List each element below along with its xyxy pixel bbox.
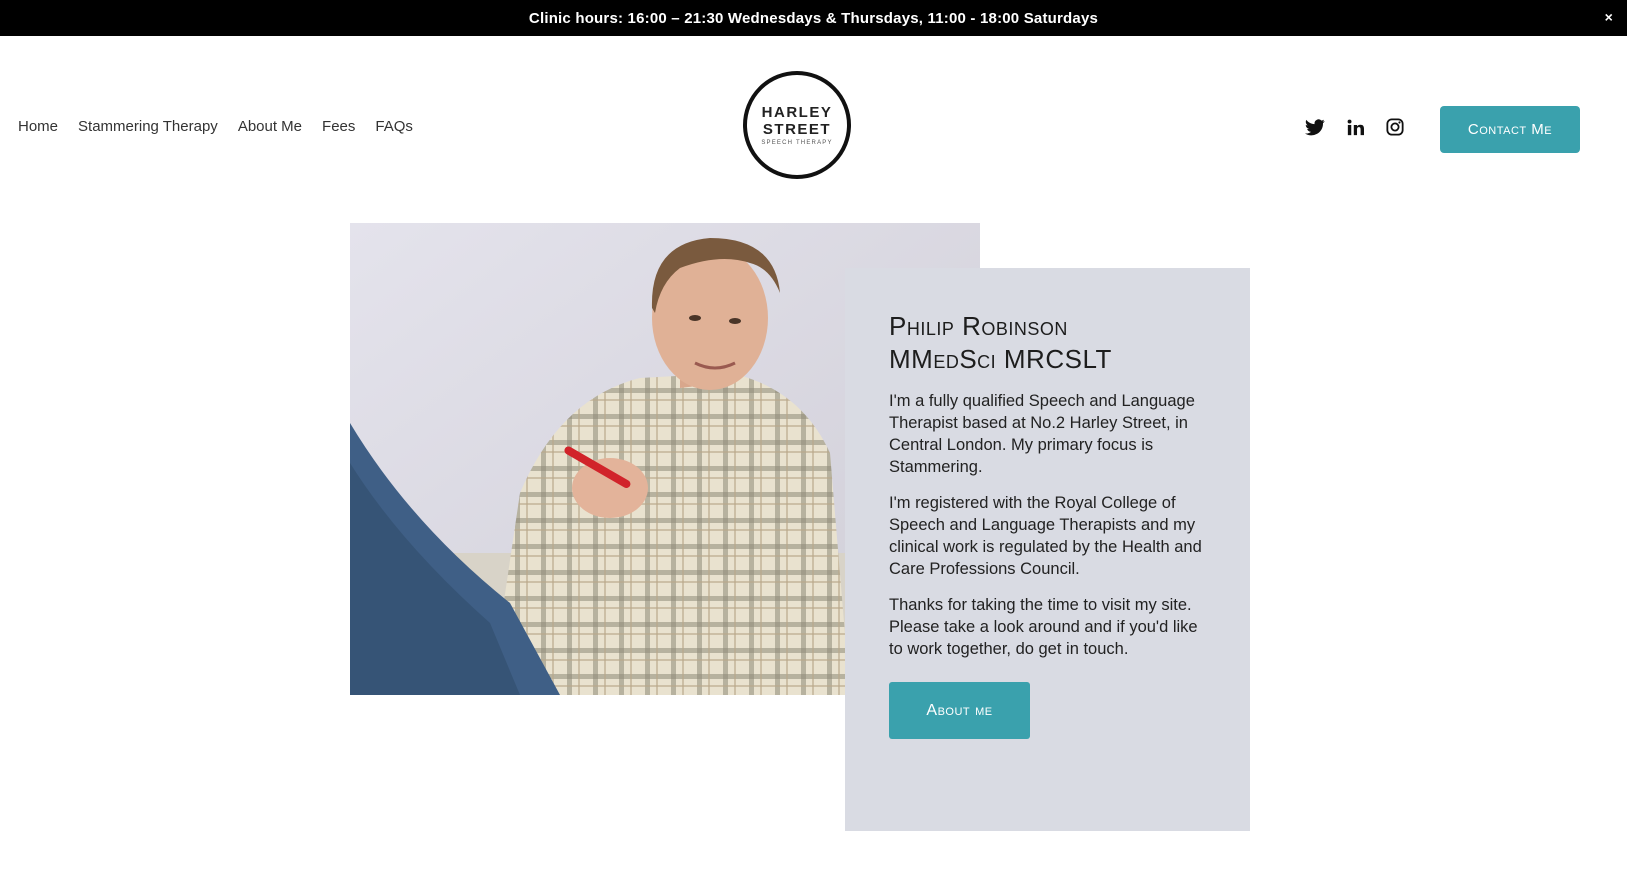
profile-paragraph-1: I'm a fully qualified Speech and Languag… — [889, 392, 1195, 476]
announcement-text: Clinic hours: 16:00 – 21:30 Wednesdays &… — [528, 9, 1099, 27]
logo-line-1: HARLEY — [761, 104, 833, 121]
profile-heading: Philip Robinson MMedSci MRCSLT — [889, 310, 1206, 376]
profile-credentials: MMedSci MRCSLT — [889, 344, 1112, 374]
announcement-bar: Clinic hours: 16:00 – 21:30 Wednesdays &… — [0, 0, 1627, 36]
nav-item-faqs[interactable]: FAQs — [375, 118, 413, 135]
nav-item-about-me[interactable]: About Me — [238, 118, 302, 135]
profile-paragraph-3: Thanks for taking the time to visit my s… — [889, 596, 1198, 658]
logo-line-3: SPEECH THERAPY — [761, 140, 833, 146]
site-logo[interactable]: HARLEY STREET SPEECH THERAPY — [743, 71, 851, 179]
nav-item-stammering-therapy[interactable]: Stammering Therapy — [78, 118, 218, 135]
main-nav: Home Stammering Therapy About Me Fees FA… — [18, 118, 413, 135]
nav-item-home[interactable]: Home — [18, 118, 58, 135]
instagram-icon[interactable] — [1384, 116, 1406, 138]
profile-name: Philip Robinson — [889, 311, 1068, 341]
logo-line-2: STREET — [762, 121, 832, 138]
about-me-button[interactable]: About me — [889, 682, 1030, 739]
contact-me-button[interactable]: Contact Me — [1440, 106, 1580, 153]
nav-item-fees[interactable]: Fees — [322, 118, 355, 135]
profile-paragraph-2: I'm registered with the Royal College of… — [889, 494, 1202, 578]
close-icon[interactable]: × — [1605, 9, 1613, 25]
linkedin-icon[interactable] — [1344, 116, 1366, 138]
profile-card: Philip Robinson MMedSci MRCSLT I'm a ful… — [845, 268, 1250, 831]
twitter-icon[interactable] — [1304, 116, 1326, 138]
